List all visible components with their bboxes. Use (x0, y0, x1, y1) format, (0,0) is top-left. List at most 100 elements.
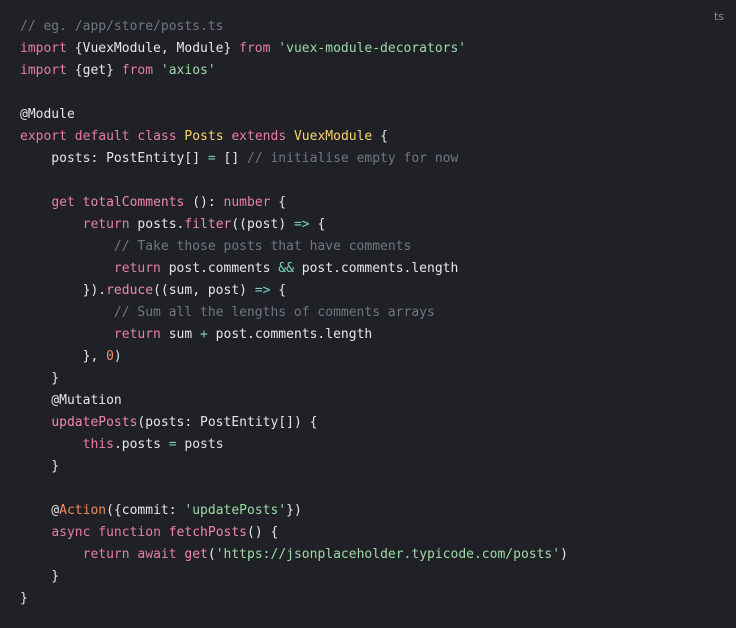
code-token: 0 (106, 349, 114, 364)
code-line: }).reduce((sum, post) => { (20, 280, 568, 302)
code-line: updatePosts(posts: PostEntity[]) { (20, 412, 568, 434)
code-token: } (20, 371, 60, 386)
code-line: ​ (20, 478, 568, 500)
code-content[interactable]: // eg. /app/store/posts.ts import {VuexMo… (20, 16, 568, 610)
code-token: fetchPosts (168, 525, 248, 540)
code-token: await (137, 547, 177, 562)
code-token: VuexModule (293, 129, 373, 144)
code-line: @Module (20, 104, 568, 126)
code-token: [] (184, 151, 208, 166)
code-token: ( (207, 547, 216, 562)
code-line: } (20, 368, 568, 390)
code-token: PostEntity (200, 415, 279, 430)
code-token: extends (231, 129, 287, 144)
code-token: }). (20, 283, 107, 298)
code-token: 'vuex-module-decorators' (278, 41, 467, 56)
code-token: updatePosts (51, 415, 138, 430)
code-token: posts. (129, 217, 185, 232)
code-token: async (51, 525, 91, 540)
code-token: import (20, 41, 67, 56)
code-line: } (20, 588, 568, 610)
code-token: ((sum, post) (153, 283, 255, 298)
code-token: sum (160, 327, 201, 342)
code-token: post.comments (160, 261, 279, 276)
code-token: } (20, 591, 28, 606)
code-token: number (223, 195, 271, 210)
code-token: = (207, 151, 216, 166)
code-token: post.comments.length (207, 327, 373, 342)
code-token: return (82, 547, 130, 562)
code-line: @Mutation (20, 390, 568, 412)
code-token: default (74, 129, 130, 144)
code-token: { (270, 283, 287, 298)
code-line: posts: PostEntity[] = [] // initialise e… (20, 148, 568, 170)
code-line: return posts.filter((post) => { (20, 214, 568, 236)
code-token: .posts (113, 437, 169, 452)
code-token: // initialise empty for now (247, 151, 459, 166)
code-token: () { (247, 525, 279, 540)
code-token: export (20, 129, 67, 144)
code-line: @Action({commit: 'updatePosts'}) (20, 500, 568, 522)
code-token: class (137, 129, 177, 144)
code-token: ({commit: (106, 503, 185, 518)
code-line: // Take those posts that have comments (20, 236, 568, 258)
code-line: get totalComments (): number { (20, 192, 568, 214)
code-line: } (20, 566, 568, 588)
code-token: } (20, 459, 60, 474)
code-line: // Sum all the lengths of comments array… (20, 302, 568, 324)
code-token: Posts (184, 129, 224, 144)
code-token: posts (176, 437, 224, 452)
language-label: ts (713, 10, 724, 23)
code-token: }) (286, 503, 302, 518)
code-token: { (270, 195, 287, 210)
code-token: => (293, 217, 310, 232)
code-token: this (82, 437, 114, 452)
code-token: {get} (66, 63, 122, 78)
code-token: PostEntity (106, 151, 185, 166)
code-token: }, (20, 349, 107, 364)
code-token: 'https://jsonplaceholder.typicode.com/po… (215, 547, 561, 562)
code-line: import {get} from 'axios' (20, 60, 568, 82)
code-line: }, 0) (20, 346, 568, 368)
code-line: async function fetchPosts() { (20, 522, 568, 544)
code-line: this.posts = posts (20, 434, 568, 456)
code-line: ​ (20, 170, 568, 192)
code-token: ) (560, 547, 568, 562)
code-token: function (98, 525, 161, 540)
code-token: []) { (278, 415, 318, 430)
code-token: ((post) (231, 217, 294, 232)
code-line: // eg. /app/store/posts.ts (20, 16, 568, 38)
code-line: return post.comments && post.comments.le… (20, 258, 568, 280)
code-token: from (121, 63, 154, 78)
code-token: // Take those posts that have comments (113, 239, 412, 254)
code-token: } (20, 569, 60, 584)
code-line: } (20, 456, 568, 478)
code-line: return sum + post.comments.length (20, 324, 568, 346)
code-line: import {VuexModule, Module} from 'vuex-m… (20, 38, 568, 60)
code-token: (posts: (137, 415, 201, 430)
code-token: post.comments.length (293, 261, 459, 276)
code-token: @ (20, 503, 60, 518)
code-token: totalComments (82, 195, 185, 210)
code-token: ) (113, 349, 122, 364)
code-token: @Mutation (20, 393, 122, 408)
code-token: // eg. /app/store/posts.ts (20, 19, 224, 34)
code-token: posts: (20, 151, 107, 166)
code-token: return (113, 261, 161, 276)
code-token: from (239, 41, 271, 56)
code-token: get (51, 195, 75, 210)
code-token: @Module (20, 107, 75, 122)
code-token: reduce (106, 283, 154, 298)
